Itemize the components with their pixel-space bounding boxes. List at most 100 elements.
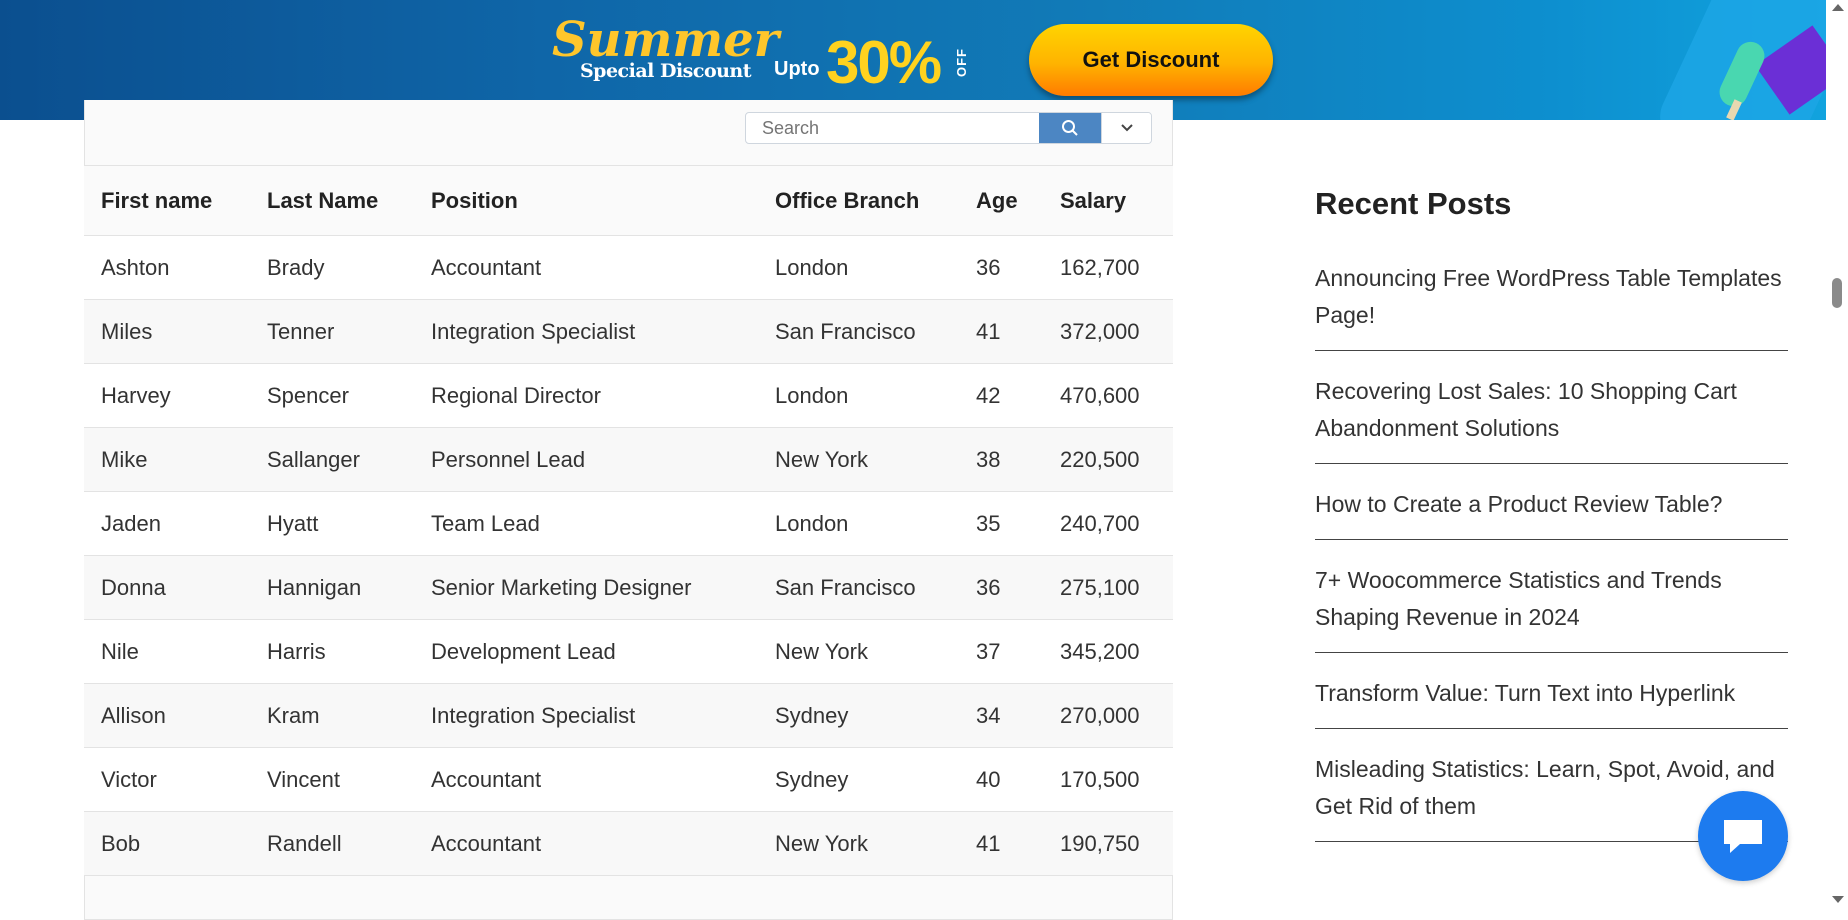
banner-off: OFF	[954, 48, 969, 77]
table-row: Victor Vincent Accountant Sydney 40 170,…	[84, 747, 1173, 812]
page-scrollbar[interactable]	[1826, 0, 1848, 909]
table-cell: San Francisco	[758, 555, 959, 620]
table-cell: Hannigan	[250, 555, 414, 620]
chat-button[interactable]	[1698, 791, 1788, 881]
table-cell: 38	[959, 427, 1043, 492]
table-cell: 345,200	[1043, 619, 1173, 684]
table-cell: London	[758, 235, 959, 300]
table-cell: 240,700	[1043, 491, 1173, 556]
search-button[interactable]	[1039, 113, 1101, 143]
recent-posts-heading: Recent Posts	[1315, 186, 1512, 221]
column-header-office-branch[interactable]: Office Branch	[758, 165, 959, 236]
table-row: Bob Randell Accountant New York 41 190,7…	[84, 811, 1173, 876]
table-cell: Harvey	[84, 363, 250, 428]
table-cell: Brady	[250, 235, 414, 300]
scroll-thumb[interactable]	[1832, 278, 1842, 308]
employee-table: First name Last Name Position Office Bra…	[84, 165, 1173, 876]
table-cell: New York	[758, 427, 959, 492]
column-header-last-name[interactable]: Last Name	[250, 165, 414, 236]
column-header-first-name[interactable]: First name	[84, 165, 250, 236]
table-cell: Sydney	[758, 747, 959, 812]
table-row: Jaden Hyatt Team Lead London 35 240,700	[84, 491, 1173, 556]
recent-post-item: Transform Value: Turn Text into Hyperlin…	[1315, 675, 1788, 729]
table-cell: Accountant	[414, 811, 758, 876]
table-cell: 41	[959, 299, 1043, 364]
table-cell: Sydney	[758, 683, 959, 748]
recent-post-link[interactable]: Announcing Free WordPress Table Template…	[1315, 260, 1788, 334]
table-cell: 162,700	[1043, 235, 1173, 300]
recent-post-item: Announcing Free WordPress Table Template…	[1315, 260, 1788, 351]
table-cell: Hyatt	[250, 491, 414, 556]
table-cell: 275,100	[1043, 555, 1173, 620]
get-discount-button[interactable]: Get Discount	[1029, 24, 1273, 96]
recent-post-link[interactable]: 7+ Woocommerce Statistics and Trends Sha…	[1315, 562, 1788, 636]
table-cell: 470,600	[1043, 363, 1173, 428]
search-icon	[1062, 120, 1078, 136]
table-cell: 190,750	[1043, 811, 1173, 876]
column-header-age[interactable]: Age	[959, 165, 1043, 236]
recent-posts-sidebar: Recent Posts Announcing Free WordPress T…	[1315, 186, 1788, 864]
table-cell: Accountant	[414, 747, 758, 812]
table-cell: Ashton	[84, 235, 250, 300]
search-input[interactable]	[746, 113, 1039, 143]
table-cell: Team Lead	[414, 491, 758, 556]
recent-post-link[interactable]: How to Create a Product Review Table?	[1315, 486, 1788, 523]
table-cell: Sallanger	[250, 427, 414, 492]
recent-post-item: How to Create a Product Review Table?	[1315, 486, 1788, 540]
table-cell: Harris	[250, 619, 414, 684]
table-cell: Allison	[84, 683, 250, 748]
chat-icon	[1724, 820, 1762, 853]
table-cell: Jaden	[84, 491, 250, 556]
banner-percent: 30%	[826, 29, 942, 96]
table-cell: London	[758, 363, 959, 428]
filter-dropdown-button[interactable]	[1101, 113, 1151, 143]
table-cell: Miles	[84, 299, 250, 364]
table-cell: Donna	[84, 555, 250, 620]
scroll-up-arrow-icon[interactable]	[1832, 4, 1844, 11]
table-cell: Randell	[250, 811, 414, 876]
table-cell: Senior Marketing Designer	[414, 555, 758, 620]
recent-post-item: 7+ Woocommerce Statistics and Trends Sha…	[1315, 562, 1788, 653]
table-cell: Spencer	[250, 363, 414, 428]
table-cell: Nile	[84, 619, 250, 684]
column-header-salary[interactable]: Salary	[1043, 165, 1173, 236]
table-cell: Integration Specialist	[414, 683, 758, 748]
table-cell: Mike	[84, 427, 250, 492]
column-header-position[interactable]: Position	[414, 165, 758, 236]
recent-post-link[interactable]: Recovering Lost Sales: 10 Shopping Cart …	[1315, 373, 1788, 447]
table-row: Donna Hannigan Senior Marketing Designer…	[84, 555, 1173, 620]
table-cell: 34	[959, 683, 1043, 748]
chevron-down-icon	[1120, 124, 1133, 132]
scroll-down-arrow-icon[interactable]	[1832, 896, 1844, 903]
table-cell: 36	[959, 235, 1043, 300]
table-cell: Victor	[84, 747, 250, 812]
table-cell: San Francisco	[758, 299, 959, 364]
recent-post-item: Recovering Lost Sales: 10 Shopping Cart …	[1315, 373, 1788, 464]
table-cell: 220,500	[1043, 427, 1173, 492]
table-row: Allison Kram Integration Specialist Sydn…	[84, 683, 1173, 748]
table-cell: New York	[758, 619, 959, 684]
table-cell: Integration Specialist	[414, 299, 758, 364]
table-cell: Bob	[84, 811, 250, 876]
table-cell: 270,000	[1043, 683, 1173, 748]
banner-title-sub: Special Discount	[579, 60, 752, 82]
table-cell: Accountant	[414, 235, 758, 300]
table-cell: 37	[959, 619, 1043, 684]
table-cell: Regional Director	[414, 363, 758, 428]
table-row: Harvey Spencer Regional Director London …	[84, 363, 1173, 428]
table-cell: 36	[959, 555, 1043, 620]
table-cell: Kram	[250, 683, 414, 748]
table-cell: 35	[959, 491, 1043, 556]
employee-table-container: First name Last Name Position Office Bra…	[84, 165, 1173, 876]
banner-title: Summer Special Discount	[552, 14, 779, 82]
table-row: Miles Tenner Integration Specialist San …	[84, 299, 1173, 364]
table-cell: New York	[758, 811, 959, 876]
table-cell: Development Lead	[414, 619, 758, 684]
table-header-row: First name Last Name Position Office Bra…	[84, 165, 1173, 236]
table-cell: 41	[959, 811, 1043, 876]
table-cell: 170,500	[1043, 747, 1173, 812]
banner-title-main: Summer	[552, 12, 779, 68]
table-row: Mike Sallanger Personnel Lead New York 3…	[84, 427, 1173, 492]
recent-post-link[interactable]: Transform Value: Turn Text into Hyperlin…	[1315, 675, 1788, 712]
table-cell: 42	[959, 363, 1043, 428]
